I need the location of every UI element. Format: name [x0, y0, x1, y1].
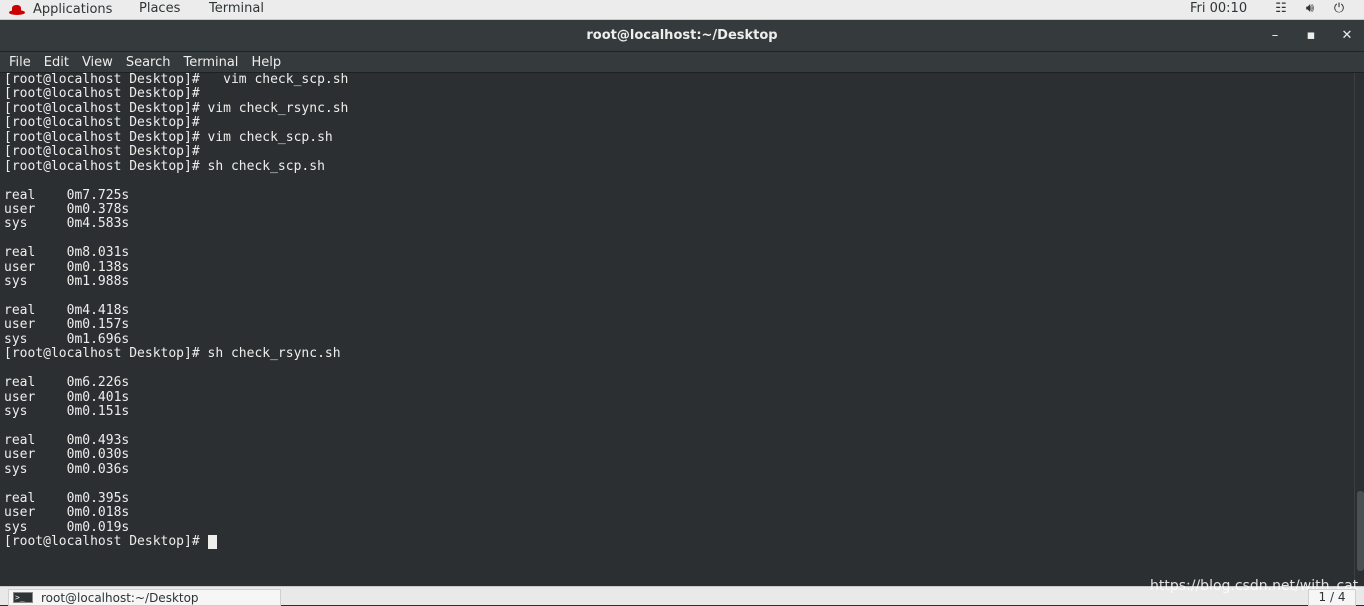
terminal-line: [root@localhost Desktop]# vim check_rsyn…	[4, 100, 349, 116]
menu-edit[interactable]: Edit	[44, 55, 69, 70]
menu-file[interactable]: File	[9, 55, 31, 70]
terminal-line: [root@localhost Desktop]# sh check_scp.s…	[4, 158, 325, 174]
terminal-line: user 0m0.378s	[4, 201, 130, 217]
workspace-indicator[interactable]: 1 / 4	[1308, 589, 1356, 606]
terminal-line: [root@localhost Desktop]# vim check_scp.…	[4, 73, 349, 87]
menu-view[interactable]: View	[82, 55, 113, 70]
terminal-line: user 0m0.138s	[4, 259, 130, 275]
system-status-area[interactable]: ☷ 🔊︎ ⏻	[1272, 1, 1348, 16]
terminal-line: real 0m4.418s	[4, 303, 130, 318]
clock[interactable]: Fri 00:10	[1190, 1, 1247, 16]
taskbar-window-button[interactable]: >_ root@localhost:~/Desktop	[8, 589, 281, 606]
terminal-line: real 0m0.493s	[4, 432, 130, 448]
terminal-output[interactable]: [root@localhost Desktop]# vim check_scp.…	[0, 73, 1355, 586]
menu-help[interactable]: Help	[251, 55, 281, 70]
terminal-line: sys 0m0.036s	[4, 461, 130, 477]
menu-search[interactable]: Search	[126, 55, 171, 70]
terminal-line: sys 0m0.019s	[4, 519, 130, 535]
redhat-logo-icon	[9, 4, 25, 15]
terminal-line: real 0m6.226s	[4, 375, 130, 391]
terminal-line: real 0m0.395s	[4, 490, 130, 506]
menu-bar: File Edit View Search Terminal Help	[0, 52, 1364, 73]
power-icon: ⏻	[1333, 1, 1345, 16]
network-icon: ☷	[1275, 1, 1287, 16]
terminal-line: real 0m8.031s	[4, 245, 130, 261]
terminal-line: sys 0m1.696s	[4, 331, 130, 347]
terminal-window: root@localhost:~/Desktop – ▪ ✕ File Edit…	[0, 20, 1364, 586]
terminal-line: [root@localhost Desktop]#	[4, 115, 200, 131]
terminal-line: [root@localhost Desktop]#	[4, 86, 200, 102]
volume-icon: 🔊︎	[1305, 1, 1315, 16]
maximize-button[interactable]: ▪	[1303, 28, 1319, 43]
terminal-line: sys 0m1.988s	[4, 274, 130, 290]
terminal-line: [root@localhost Desktop]# sh check_rsync…	[4, 346, 341, 362]
minimize-button[interactable]: –	[1267, 28, 1283, 43]
applications-label: Applications	[33, 2, 113, 17]
terminal-icon: >_	[13, 592, 33, 603]
terminal-line: sys 0m4.583s	[4, 216, 130, 232]
terminal-line: user 0m0.157s	[4, 317, 130, 333]
task-label: root@localhost:~/Desktop	[41, 590, 199, 605]
terminal-app-menu[interactable]: Terminal	[209, 1, 264, 16]
top-bar: Applications Places Terminal Fri 00:10 ☷…	[0, 0, 1364, 20]
applications-menu[interactable]: Applications	[0, 2, 112, 17]
terminal-prompt-line: [root@localhost Desktop]#	[4, 534, 1355, 550]
terminal-line: real 0m7.725s	[4, 187, 130, 203]
menu-terminal[interactable]: Terminal	[183, 55, 238, 70]
window-titlebar[interactable]: root@localhost:~/Desktop – ▪ ✕	[0, 20, 1364, 52]
close-button[interactable]: ✕	[1339, 28, 1355, 43]
terminal-line: sys 0m0.151s	[4, 404, 130, 420]
places-menu[interactable]: Places	[139, 1, 180, 16]
terminal-line: user 0m0.401s	[4, 389, 130, 405]
terminal-scrollbar[interactable]	[1354, 73, 1364, 586]
terminal-prompt: [root@localhost Desktop]#	[4, 534, 208, 549]
terminal-cursor	[207, 535, 217, 550]
terminal-line: [root@localhost Desktop]# vim check_scp.…	[4, 129, 333, 145]
terminal-line: user 0m0.030s	[4, 447, 130, 463]
window-title: root@localhost:~/Desktop	[586, 28, 778, 43]
bottom-taskbar: >_ root@localhost:~/Desktop https://blog…	[0, 578, 1364, 606]
terminal-line: user 0m0.018s	[4, 505, 130, 521]
terminal-line: [root@localhost Desktop]#	[4, 144, 200, 160]
scrollbar-thumb[interactable]	[1357, 491, 1364, 571]
